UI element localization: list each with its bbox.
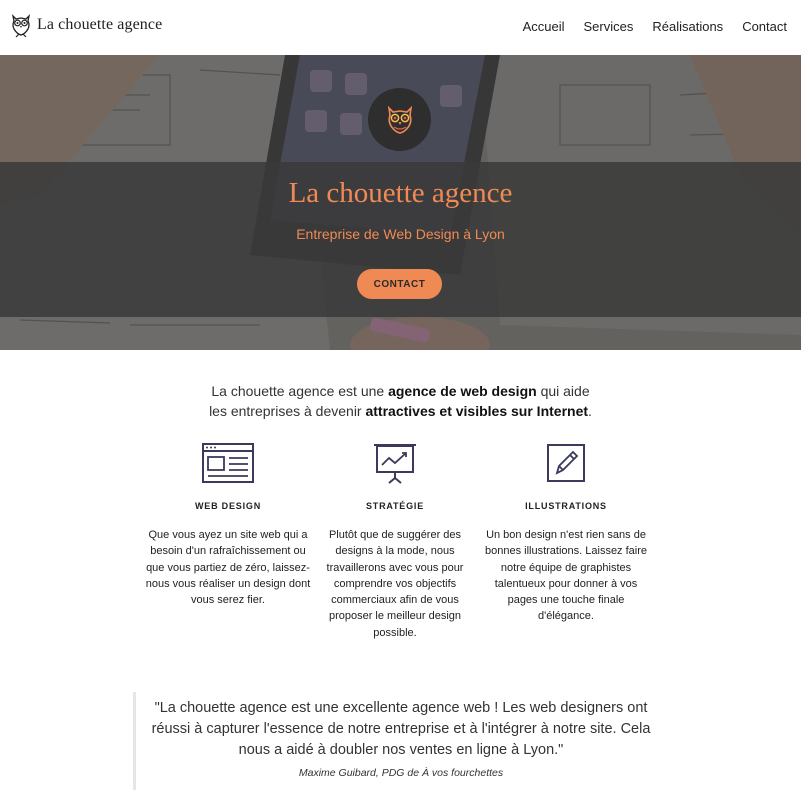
hero-section: La chouette agence Entreprise de Web Des… (0, 55, 801, 350)
testimonial: "La chouette agence est une excellente a… (133, 692, 663, 790)
service-title-illustrations: ILLUSTRATIONS (525, 501, 607, 511)
intro-part-2: qui aide (536, 383, 590, 399)
intro-bold-2: attractives et visibles sur Internet (365, 403, 589, 419)
testimonial-author: Maxime Guibard, PDG de À vos fourchettes (298, 767, 504, 779)
service-text-illustrations: Un bon design n'est rien sans de bonnes … (484, 529, 648, 623)
logo[interactable]: La chouette agence (10, 12, 162, 38)
service-web-design: WEB DESIGN Que vous ayez un site web qui… (143, 443, 313, 608)
service-illustrations: ILLUSTRATIONS Un bon design n'est rien s… (481, 443, 651, 625)
main-nav: Accueil Services Réalisations Contact (504, 19, 787, 34)
intro-part-1: La chouette agence est une (211, 383, 389, 399)
intro-part-3: les entreprises à devenir (209, 403, 366, 419)
intro-text: La chouette agence est une agence de web… (0, 381, 801, 421)
nav-item-accueil[interactable]: Accueil (523, 19, 565, 34)
owl-badge-icon (387, 105, 412, 134)
service-strategie: STRATÉGIE Plutôt que de suggérer des des… (310, 443, 480, 641)
hero-subtitle: Entreprise de Web Design à Lyon (296, 226, 505, 242)
pencil-edit-icon (547, 444, 585, 482)
owl-logo-icon (11, 14, 31, 38)
logo-text: La chouette agence (37, 16, 163, 33)
hero-logo-badge (368, 88, 431, 151)
presentation-chart-icon (374, 444, 416, 484)
hero-title: La chouette agence (288, 177, 513, 209)
service-title-strategie: STRATÉGIE (365, 501, 425, 511)
nav-item-realisations[interactable]: Réalisations (652, 19, 723, 34)
testimonial-quote: "La chouette agence est une excellente a… (151, 700, 651, 758)
intro-part-4: . (588, 403, 592, 419)
service-text-strategie: Plutôt que de suggérer des designs à la … (326, 529, 464, 639)
service-text-web-design: Que vous ayez un site web qui a besoin d… (145, 529, 311, 607)
service-title-web-design: WEB DESIGN (194, 501, 261, 511)
browser-window-icon (202, 443, 254, 483)
contact-button[interactable]: CONTACT (357, 269, 442, 299)
nav-item-services[interactable]: Services (584, 19, 634, 34)
intro-bold-1: agence de web design (388, 383, 537, 399)
site-header: La chouette agence Accueil Services Réal… (0, 0, 801, 55)
nav-item-contact[interactable]: Contact (742, 19, 787, 34)
